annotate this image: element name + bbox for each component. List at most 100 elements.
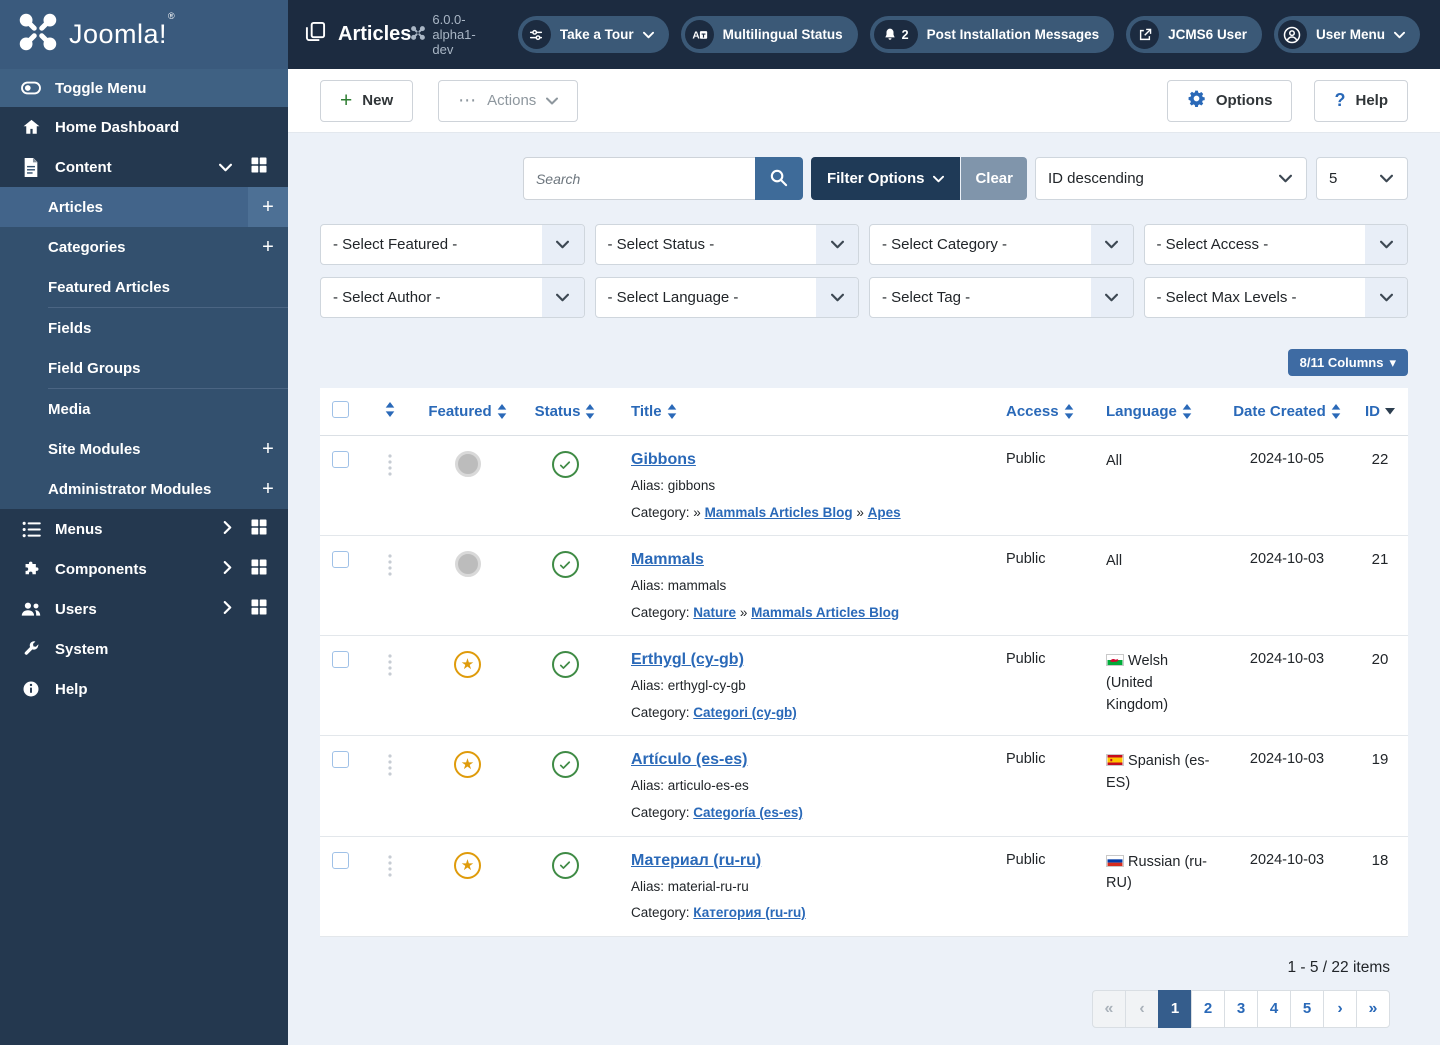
last-page-button[interactable]: » <box>1356 989 1390 1028</box>
help-button[interactable]: ? Help <box>1314 79 1408 122</box>
row-checkbox[interactable] <box>331 751 349 769</box>
sidebar-item-system[interactable]: System <box>0 629 288 669</box>
drag-handle-icon[interactable] <box>388 451 392 480</box>
article-category: Category: Nature » Mammals Articles Blog <box>631 604 900 620</box>
sidebar-item-administrator-modules[interactable]: Administrator Modules + <box>0 469 288 509</box>
page-3-button[interactable]: 3 <box>1224 989 1258 1028</box>
user-menu-button[interactable]: User Menu <box>1273 16 1420 53</box>
filter-select[interactable]: - Select Category - <box>869 224 1134 265</box>
drag-handle-icon[interactable] <box>388 651 392 680</box>
select-all-checkbox[interactable] <box>331 401 349 418</box>
published-status-icon[interactable] <box>551 751 579 779</box>
category-link[interactable]: Categori (cy-gb) <box>693 705 797 720</box>
category-link[interactable]: Categoría (es-es) <box>693 805 803 820</box>
sidebar-item-categories[interactable]: Categories + <box>0 227 288 267</box>
new-site-module-button[interactable]: + <box>248 429 288 469</box>
drag-handle-icon[interactable] <box>388 852 392 881</box>
page-5-button[interactable]: 5 <box>1290 989 1324 1028</box>
sidebar-item-site-modules[interactable]: Site Modules + <box>0 429 288 469</box>
actions-button[interactable]: ⋯ Actions <box>438 79 579 122</box>
drag-handle-icon[interactable] <box>388 751 392 780</box>
category-link[interactable]: Nature <box>693 605 736 620</box>
filter-select[interactable]: - Select Tag - <box>869 277 1134 318</box>
featured-icon[interactable]: ★ <box>454 851 481 879</box>
sidebar-item-menus[interactable]: Menus <box>0 509 288 549</box>
components-dashboard-grid-icon[interactable] <box>250 558 268 580</box>
sort-select[interactable]: ID descending <box>1035 157 1307 200</box>
filter-select[interactable]: - Select Author - <box>320 277 585 318</box>
filter-options-button[interactable]: Filter Options <box>810 157 961 200</box>
sidebar-item-articles[interactable]: Articles + <box>0 187 288 227</box>
sidebar-item-home-dashboard[interactable]: Home Dashboard <box>0 107 288 147</box>
filter-select[interactable]: - Select Access - <box>1143 224 1408 265</box>
columns-toggle-button[interactable]: 8/11 Columns ▾ <box>1287 349 1408 376</box>
drag-handle-icon[interactable] <box>388 551 392 580</box>
published-status-icon[interactable] <box>551 451 579 478</box>
sidebar-item-help[interactable]: Help <box>0 669 288 709</box>
toggle-menu-button[interactable]: Toggle Menu <box>0 69 288 107</box>
sidebar-item-fields[interactable]: Fields <box>0 308 288 348</box>
category-link[interactable]: Категория (ru-ru) <box>693 905 805 920</box>
featured-icon[interactable]: ★ <box>454 651 481 679</box>
unfeatured-icon[interactable] <box>454 551 481 578</box>
column-header-access[interactable]: Access <box>1006 403 1074 420</box>
published-status-icon[interactable] <box>551 551 579 579</box>
menus-dashboard-grid-icon[interactable] <box>250 518 268 540</box>
article-title-link[interactable]: Mammals <box>631 551 704 568</box>
first-page-button[interactable]: « <box>1092 989 1126 1028</box>
page-4-button[interactable]: 4 <box>1257 989 1291 1028</box>
column-header-featured[interactable]: Featured <box>428 403 506 420</box>
article-title-link[interactable]: Artículo (es-es) <box>631 751 747 768</box>
users-dashboard-grid-icon[interactable] <box>250 598 268 620</box>
take-a-tour-button[interactable]: Take a Tour <box>517 16 669 53</box>
multilingual-status-button[interactable]: A Multilingual Status <box>680 16 858 53</box>
search-button[interactable] <box>754 157 803 200</box>
options-button[interactable]: Options <box>1166 79 1293 122</box>
filter-select[interactable]: - Select Max Levels - <box>1143 277 1408 318</box>
column-header-id[interactable]: ID <box>1365 403 1395 420</box>
category-link[interactable]: Apes <box>868 505 901 520</box>
filter-select[interactable]: - Select Language - <box>594 277 859 318</box>
new-category-button[interactable]: + <box>248 227 288 267</box>
sidebar-item-users[interactable]: Users <box>0 589 288 629</box>
sidebar-item-components[interactable]: Components <box>0 549 288 589</box>
new-admin-module-button[interactable]: + <box>248 469 288 509</box>
new-button[interactable]: + New <box>320 79 414 122</box>
featured-icon[interactable]: ★ <box>454 751 481 779</box>
sort-icon <box>1182 404 1192 419</box>
column-header-status[interactable]: Status <box>535 403 596 420</box>
row-checkbox[interactable] <box>331 451 349 468</box>
new-article-button[interactable]: + <box>248 187 288 227</box>
list-limit-select[interactable]: 5 <box>1316 157 1408 200</box>
clear-button[interactable]: Clear <box>961 157 1027 200</box>
sidebar-item-field-groups[interactable]: Field Groups <box>0 348 288 388</box>
page-1-button[interactable]: 1 <box>1158 989 1192 1028</box>
column-header-date-created[interactable]: Date Created <box>1233 403 1341 420</box>
row-checkbox[interactable] <box>331 651 349 669</box>
column-header-title[interactable]: Title <box>631 403 677 420</box>
row-checkbox[interactable] <box>331 851 349 869</box>
page-2-button[interactable]: 2 <box>1191 989 1225 1028</box>
article-title-link[interactable]: Материал (ru-ru) <box>631 852 761 869</box>
column-header-language[interactable]: Language <box>1106 403 1192 420</box>
content-dashboard-grid-icon[interactable] <box>250 156 268 178</box>
filter-select[interactable]: - Select Featured - <box>320 224 585 265</box>
article-title-link[interactable]: Erthygl (cy-gb) <box>631 651 744 668</box>
category-link[interactable]: Mammals Articles Blog <box>705 505 853 520</box>
search-input[interactable] <box>522 157 755 200</box>
row-checkbox[interactable] <box>331 551 349 569</box>
unfeatured-icon[interactable] <box>454 451 481 477</box>
filter-select[interactable]: - Select Status - <box>594 224 859 265</box>
category-link[interactable]: Mammals Articles Blog <box>751 605 899 620</box>
article-title-link[interactable]: Gibbons <box>631 451 696 468</box>
sidebar-item-content[interactable]: Content <box>0 147 288 187</box>
previous-page-button[interactable]: ‹ <box>1125 989 1159 1028</box>
site-preview-button[interactable]: JCMS6 User <box>1126 16 1262 53</box>
post-installation-messages-button[interactable]: 2 Post Installation Messages <box>869 16 1115 53</box>
sidebar-item-featured-articles[interactable]: Featured Articles <box>0 267 288 307</box>
ordering-sort-button[interactable] <box>385 402 395 417</box>
published-status-icon[interactable] <box>551 851 579 879</box>
published-status-icon[interactable] <box>551 651 579 679</box>
sidebar-item-media[interactable]: Media <box>0 389 288 429</box>
next-page-button[interactable]: › <box>1323 989 1357 1028</box>
